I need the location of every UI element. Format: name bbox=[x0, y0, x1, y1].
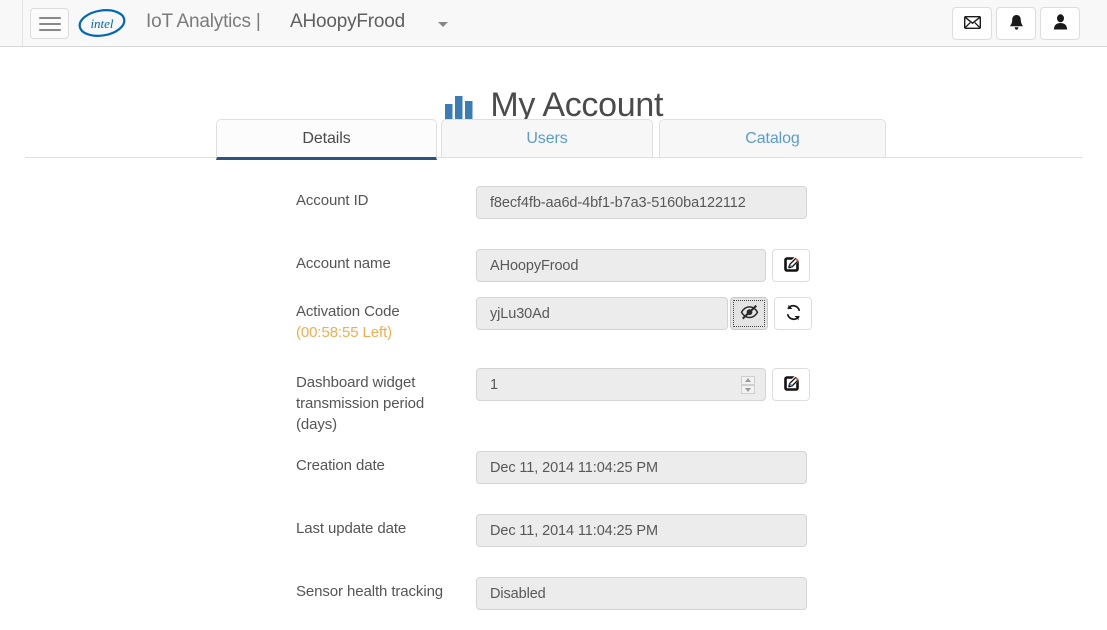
hamburger-menu-icon-bar2 bbox=[39, 23, 61, 25]
top-navbar: intel IoT Analytics | AHoopyFrood bbox=[0, 0, 1107, 47]
activation-code-control: yjLu30Ad bbox=[476, 297, 812, 330]
tab-details[interactable]: Details bbox=[216, 119, 437, 160]
svg-text:intel: intel bbox=[90, 16, 113, 31]
tab-users[interactable]: Users bbox=[441, 119, 653, 158]
toggle-activation-code-visibility-button[interactable] bbox=[730, 297, 768, 330]
hamburger-menu-icon bbox=[39, 17, 61, 19]
account-name-label: Account name bbox=[296, 255, 391, 272]
account-name-control: AHoopyFrood bbox=[476, 249, 810, 282]
account-name-input[interactable]: AHoopyFrood bbox=[476, 249, 766, 282]
navbar-left-divider bbox=[22, 0, 23, 46]
account-id-value: f8ecf4fb-aa6d-4bf1-b7a3-5160ba122112 bbox=[476, 186, 807, 219]
account-id-control: f8ecf4fb-aa6d-4bf1-b7a3-5160ba122112 bbox=[476, 186, 807, 219]
last-update-date-value: Dec 11, 2014 11:04:25 PM bbox=[476, 514, 807, 547]
creation-date-label: Creation date bbox=[296, 457, 385, 474]
intel-logo-icon[interactable]: intel bbox=[78, 6, 126, 40]
envelope-icon bbox=[963, 15, 981, 32]
messages-button[interactable] bbox=[952, 7, 992, 40]
activation-code-label-text: Activation Code bbox=[296, 303, 400, 320]
widget-period-control: 1 bbox=[476, 368, 810, 401]
last-update-date-control: Dec 11, 2014 11:04:25 PM bbox=[476, 514, 807, 547]
brand-title[interactable]: IoT Analytics | bbox=[146, 11, 261, 33]
account-id-label: Account ID bbox=[296, 192, 369, 209]
notifications-button[interactable] bbox=[996, 7, 1036, 40]
creation-date-value: Dec 11, 2014 11:04:25 PM bbox=[476, 451, 807, 484]
hamburger-menu-button[interactable] bbox=[30, 8, 69, 39]
edit-widget-period-button[interactable] bbox=[772, 368, 810, 401]
number-spinner-icon[interactable] bbox=[741, 376, 755, 395]
chevron-down-icon[interactable] bbox=[438, 22, 448, 27]
creation-date-control: Dec 11, 2014 11:04:25 PM bbox=[476, 451, 807, 484]
widget-period-input[interactable]: 1 bbox=[476, 368, 766, 401]
account-switcher-label[interactable]: AHoopyFrood bbox=[290, 11, 405, 33]
sensor-health-label: Sensor health tracking bbox=[296, 583, 444, 600]
sensor-health-control: Disabled bbox=[476, 577, 807, 610]
bell-icon bbox=[1009, 13, 1024, 34]
activation-code-input[interactable]: yjLu30Ad bbox=[476, 297, 728, 330]
tab-catalog[interactable]: Catalog bbox=[659, 119, 886, 158]
edit-account-name-button[interactable] bbox=[772, 249, 810, 282]
activation-code-label: Activation Code (00:58:55 Left) bbox=[296, 301, 468, 343]
pencil-square-icon bbox=[783, 256, 800, 276]
user-icon bbox=[1053, 14, 1068, 33]
last-update-date-label: Last update date bbox=[296, 520, 407, 537]
widget-period-label: Dashboard widget transmission period (da… bbox=[296, 374, 425, 433]
eye-slash-icon bbox=[740, 304, 759, 323]
activation-code-timer: (00:58:55 Left) bbox=[296, 324, 393, 341]
hamburger-menu-icon-bar3 bbox=[39, 29, 61, 31]
refresh-icon bbox=[785, 304, 802, 324]
user-profile-button[interactable] bbox=[1040, 7, 1080, 40]
pencil-square-icon bbox=[783, 375, 800, 395]
regenerate-activation-code-button[interactable] bbox=[774, 297, 812, 330]
sensor-health-value: Disabled bbox=[476, 577, 807, 610]
